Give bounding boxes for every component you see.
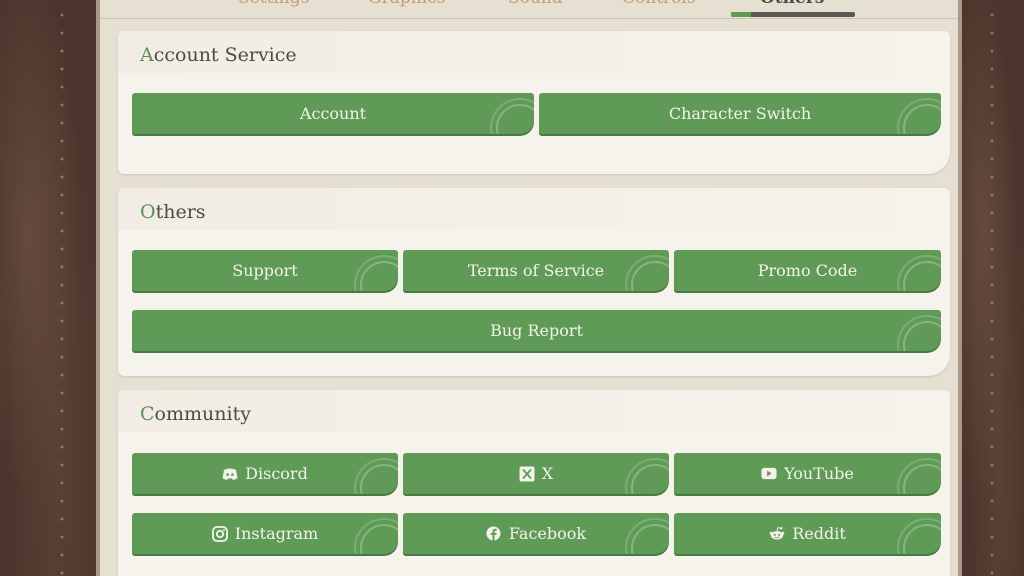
others-title: Others (140, 201, 206, 223)
tab-controls[interactable]: Controls (622, 0, 696, 8)
promo-code-button-label: Promo Code (757, 261, 858, 280)
reddit-button-label: Reddit (792, 524, 846, 543)
support-button[interactable]: Support (132, 250, 398, 291)
tab-settings[interactable]: Settings (238, 0, 309, 8)
title-rest: thers (155, 201, 206, 223)
tab-graphics[interactable]: Graphics (368, 0, 445, 8)
promo-code-button[interactable]: Promo Code (674, 250, 941, 291)
title-rest: ommunity (154, 403, 251, 425)
left-background (0, 0, 96, 576)
reddit-icon (769, 526, 785, 542)
support-button-label: Support (232, 261, 298, 280)
facebook-icon (486, 526, 502, 542)
others-panel: Others Support Terms of Service Promo Co… (118, 188, 950, 376)
youtube-button[interactable]: YouTube (674, 453, 941, 494)
left-decorative-strip (58, 0, 66, 576)
terms-of-service-button[interactable]: Terms of Service (403, 250, 669, 291)
title-initial: C (140, 403, 155, 425)
character-switch-button[interactable]: Character Switch (539, 93, 941, 134)
x-button-label: X (541, 464, 554, 483)
facebook-button[interactable]: Facebook (403, 513, 669, 554)
bottom-tab-edge (120, 570, 184, 576)
discord-icon (222, 466, 238, 482)
account-service-title: Account Service (140, 44, 297, 66)
panel-header (118, 188, 950, 230)
settings-frame: Settings Graphics Sound Controls Others … (96, 0, 962, 576)
account-service-panel: Account Service Account Character Switch (118, 31, 950, 174)
tab-others[interactable]: Others (760, 0, 824, 8)
title-initial: A (140, 44, 154, 66)
account-button-label: Account (299, 104, 367, 123)
title-rest: ccount Service (153, 44, 297, 66)
youtube-button-label: YouTube (784, 464, 854, 483)
youtube-icon (761, 466, 777, 482)
bug-report-button[interactable]: Bug Report (132, 310, 941, 351)
tab-bar: Settings Graphics Sound Controls Others (100, 0, 958, 19)
title-initial: O (140, 201, 156, 223)
community-panel: Community Discord X YouTube Instagram Fa… (118, 390, 950, 576)
discord-button-label: Discord (245, 464, 308, 483)
instagram-button[interactable]: Instagram (132, 513, 398, 554)
instagram-icon (211, 525, 228, 542)
bug-report-button-label: Bug Report (490, 321, 583, 340)
terms-of-service-button-label: Terms of Service (467, 261, 605, 280)
x-button[interactable]: X (403, 453, 669, 494)
tab-sound[interactable]: Sound (508, 0, 563, 8)
x-icon (519, 466, 535, 482)
character-switch-button-label: Character Switch (668, 104, 812, 123)
instagram-button-label: Instagram (234, 524, 319, 543)
account-button[interactable]: Account (132, 93, 534, 134)
facebook-button-label: Facebook (508, 524, 587, 543)
right-decorative-strip (988, 0, 996, 576)
discord-button[interactable]: Discord (132, 453, 398, 494)
community-title: Community (140, 403, 251, 425)
active-tab-indicator (731, 12, 855, 17)
reddit-button[interactable]: Reddit (674, 513, 941, 554)
